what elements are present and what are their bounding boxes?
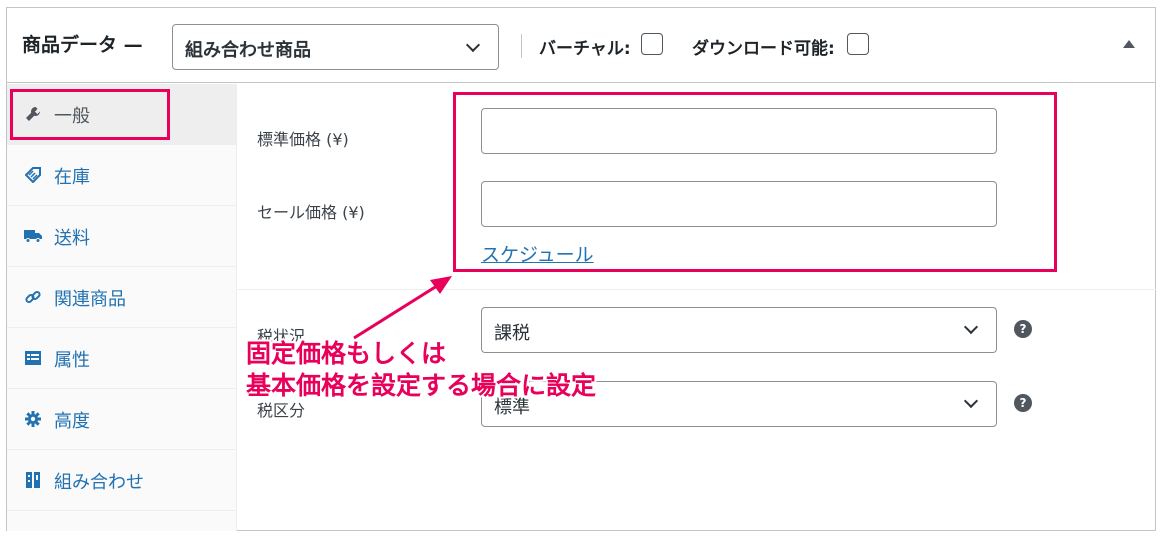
product-data-tabs: 一般 在庫 送料 関連商品 属性 高度 組み合わせ [7,84,237,531]
link-icon [24,288,42,306]
product-type-value: 組み合わせ商品 [185,40,311,61]
help-icon[interactable]: ? [1014,320,1032,338]
help-icon[interactable]: ? [1014,394,1032,412]
product-type-select[interactable]: 組み合わせ商品 [172,24,499,70]
annotation-line-1: 固定価格もしくは [246,339,447,368]
tab-inventory[interactable]: 在庫 [7,145,237,206]
chevron-down-icon [963,319,979,335]
tab-linked-products[interactable]: 関連商品 [7,267,237,328]
tab-advanced[interactable]: 高度 [7,389,237,450]
tab-shipping-label: 送料 [54,228,90,249]
downloadable-checkbox[interactable] [847,33,869,55]
grid-icon [24,471,42,489]
tab-grouped-label: 組み合わせ [54,472,144,493]
panel-header: 商品データ — 組み合わせ商品 バーチャル: ダウンロード可能: [7,8,1155,83]
tab-shipping[interactable]: 送料 [7,206,237,267]
highlight-price-fields [453,92,1057,272]
section-divider [238,289,1156,290]
tag-icon [24,166,42,184]
truck-icon [24,227,42,245]
panel-title: 商品データ — [22,34,143,56]
tab-attributes[interactable]: 属性 [7,328,237,389]
tab-inventory-label: 在庫 [54,167,90,188]
chevron-down-icon [963,393,979,409]
downloadable-label: ダウンロード可能: [692,39,835,59]
tab-attributes-label: 属性 [54,350,90,371]
gear-icon [24,410,42,428]
highlight-general-tab [10,89,170,140]
list-icon [24,349,42,367]
tab-linked-products-label: 関連商品 [54,289,126,310]
chevron-down-icon [465,37,481,53]
virtual-label: バーチャル: [539,39,631,59]
collapse-toggle-icon[interactable] [1123,40,1135,48]
price-annotation: 固定価格もしくは 基本価格を設定する場合に設定 [246,338,596,402]
tab-advanced-label: 高度 [54,411,90,432]
regular-price-label: 標準価格 (¥) [257,130,349,149]
tab-grouped[interactable]: 組み合わせ [7,450,237,511]
header-divider [521,34,522,58]
annotation-line-2: 基本価格を設定する場合に設定 [246,371,597,400]
virtual-checkbox[interactable] [641,33,663,55]
sale-price-label: セール価格 (¥) [257,203,365,222]
